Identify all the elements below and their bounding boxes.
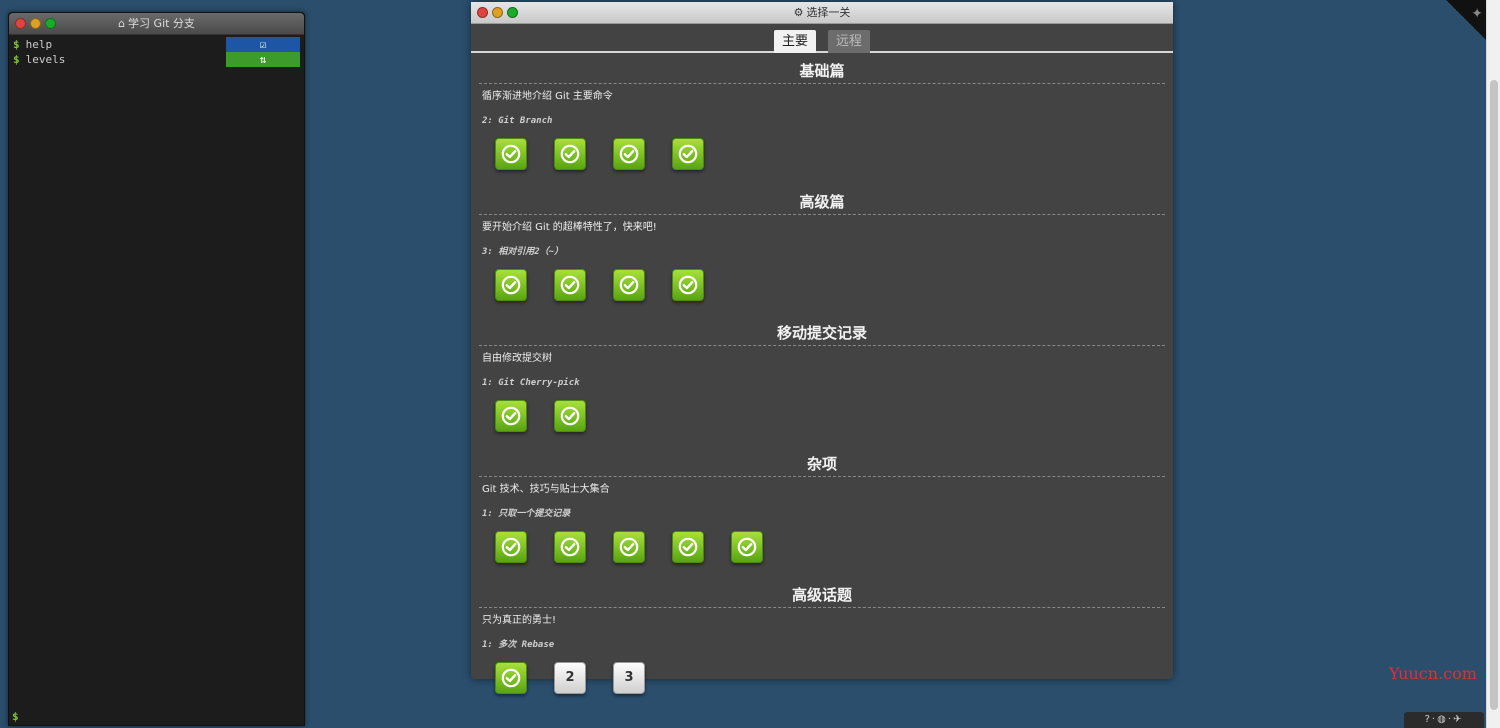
sequence-title: 高级话题 — [479, 585, 1165, 608]
sequence-description: Git 技术、技巧与贴士大集合 — [482, 484, 610, 495]
command-text: levels — [25, 53, 66, 66]
twitter-icon[interactable]: ✈ — [1453, 714, 1463, 725]
command-text: help — [25, 38, 53, 51]
sequence-title: 基础篇 — [479, 61, 1165, 84]
checkmark-icon — [560, 144, 580, 164]
level-solved-button[interactable] — [554, 269, 586, 301]
sequence-title: 移动提交记录 — [479, 323, 1165, 346]
sequence-list: 基础篇循序渐进地介绍 Git 主要命令 2: Git Branch 高级篇要开始介绍… — [471, 61, 1173, 706]
level-solved-button[interactable] — [495, 269, 527, 301]
level-button[interactable]: 3 — [613, 662, 645, 694]
terminal-window-controls — [15, 18, 56, 29]
terminal-command-levels[interactable]: $ levels ⇅ — [9, 52, 304, 67]
level-solved-button[interactable] — [613, 138, 645, 170]
minimize-dot[interactable] — [30, 18, 41, 29]
bottom-toolbar: ?·◍·✈ — [1404, 712, 1484, 728]
scroll-thumb[interactable] — [1490, 80, 1498, 710]
current-level-name: 2: Git Branch — [482, 116, 553, 126]
level-solved-button[interactable] — [613, 269, 645, 301]
level-select-title: 选择一关 — [806, 6, 851, 19]
level-sequence: 基础篇循序渐进地介绍 Git 主要命令 2: Git Branch — [471, 61, 1173, 182]
terminal-command-help[interactable]: $ help ☑ — [9, 37, 304, 52]
sequence-description: 循序渐进地介绍 Git 主要命令 — [482, 91, 613, 102]
github-corner-ribbon[interactable]: ✦ — [1446, 0, 1486, 40]
level-select-window-controls — [477, 7, 518, 18]
checkmark-icon — [678, 144, 698, 164]
maximize-dot[interactable] — [507, 7, 518, 18]
home-icon: ⌂ — [118, 17, 126, 30]
current-level-name: 1: 多次 Rebase — [482, 640, 555, 650]
checkmark-icon — [678, 537, 698, 557]
level-solved-button[interactable] — [554, 531, 586, 563]
level-icon-row — [479, 390, 1165, 444]
checkmark-icon — [619, 275, 639, 295]
maximize-dot[interactable] — [45, 18, 56, 29]
help-icon[interactable]: ? — [1425, 714, 1432, 725]
sequence-title: 杂项 — [479, 454, 1165, 477]
level-solved-button[interactable] — [672, 269, 704, 301]
checkmark-icon — [678, 275, 698, 295]
prompt-symbol: $ — [13, 53, 20, 66]
level-solved-button[interactable] — [672, 531, 704, 563]
level-icon-row: 23 — [479, 652, 1165, 706]
terminal-title: 学习 Git 分支 — [128, 17, 195, 30]
checkmark-icon — [619, 144, 639, 164]
level-select-window: ⚙ 选择一关 主要 远程 基础篇循序渐进地介绍 Git 主要命令 2: Git Bra… — [471, 2, 1173, 694]
command-terminal-window: ⌂ 学习 Git 分支 $ help ☑ $ levels ⇅ $ — [8, 12, 305, 726]
checkmark-icon — [501, 537, 521, 557]
level-sequence: 杂项 Git 技术、技巧与贴士大集合 1: 只取一个提交记录 — [471, 454, 1173, 575]
current-level-name: 1: Git Cherry-pick — [482, 378, 580, 388]
level-select-titlebar: ⚙ 选择一关 — [471, 2, 1173, 24]
checkmark-icon — [737, 537, 757, 557]
sequence-description: 自由修改提交树 — [482, 353, 552, 364]
prompt-symbol: $ — [13, 38, 20, 51]
checkmark-icon — [501, 668, 521, 688]
sequence-description: 要开始介绍 Git 的超棒特性了，快来吧! — [482, 222, 657, 233]
level-sequence: 高级篇要开始介绍 Git 的超棒特性了，快来吧! 3: 相对引用2（~） — [471, 192, 1173, 313]
level-solved-button[interactable] — [672, 138, 704, 170]
close-dot[interactable] — [15, 18, 26, 29]
checkmark-icon — [501, 406, 521, 426]
level-icon-row — [479, 128, 1165, 182]
sequence-title: 高级篇 — [479, 192, 1165, 215]
level-solved-button[interactable] — [495, 138, 527, 170]
level-button[interactable]: 2 — [554, 662, 586, 694]
level-solved-button[interactable] — [554, 138, 586, 170]
command-status-icon: ☑ — [226, 37, 300, 52]
level-sequence: 高级话题只为真正的勇士! 1: 多次 Rebase 2 3 — [471, 585, 1173, 706]
level-solved-button[interactable] — [554, 400, 586, 432]
level-solved-button[interactable] — [613, 531, 645, 563]
checkmark-icon — [501, 144, 521, 164]
level-sequence: 移动提交记录自由修改提交树 1: Git Cherry-pick — [471, 323, 1173, 444]
level-solved-button[interactable] — [731, 531, 763, 563]
current-level-name: 1: 只取一个提交记录 — [482, 509, 571, 519]
tab-remote[interactable]: 远程 — [828, 30, 871, 53]
command-status-icon: ⇅ — [226, 52, 300, 67]
gear-icon: ⚙ — [793, 6, 804, 19]
command-history: $ help ☑ $ levels ⇅ — [9, 35, 304, 67]
level-solved-button[interactable] — [495, 662, 527, 694]
level-solved-button[interactable] — [495, 400, 527, 432]
checkmark-icon — [501, 275, 521, 295]
sequence-description: 只为真正的勇士! — [482, 615, 557, 626]
terminal-titlebar: ⌂ 学习 Git 分支 — [9, 13, 304, 35]
minimize-dot[interactable] — [492, 7, 503, 18]
level-icon-row — [479, 259, 1165, 313]
octocat-icon: ✦ — [1471, 6, 1483, 22]
watermark: Yuucn.com — [1389, 664, 1477, 683]
checkmark-icon — [560, 275, 580, 295]
current-level-name: 3: 相对引用2（~） — [482, 247, 564, 257]
tab-bar: 主要 远程 — [471, 24, 1173, 53]
close-dot[interactable] — [477, 7, 488, 18]
checkmark-icon — [619, 537, 639, 557]
checkmark-icon — [560, 406, 580, 426]
checkmark-icon — [560, 537, 580, 557]
globe-icon[interactable]: ◍ — [1437, 714, 1448, 725]
level-icon-row — [479, 521, 1165, 575]
level-solved-button[interactable] — [495, 531, 527, 563]
tab-main[interactable]: 主要 — [773, 30, 816, 53]
page-scrollbar[interactable] — [1486, 0, 1500, 728]
command-prompt[interactable]: $ — [12, 710, 19, 723]
